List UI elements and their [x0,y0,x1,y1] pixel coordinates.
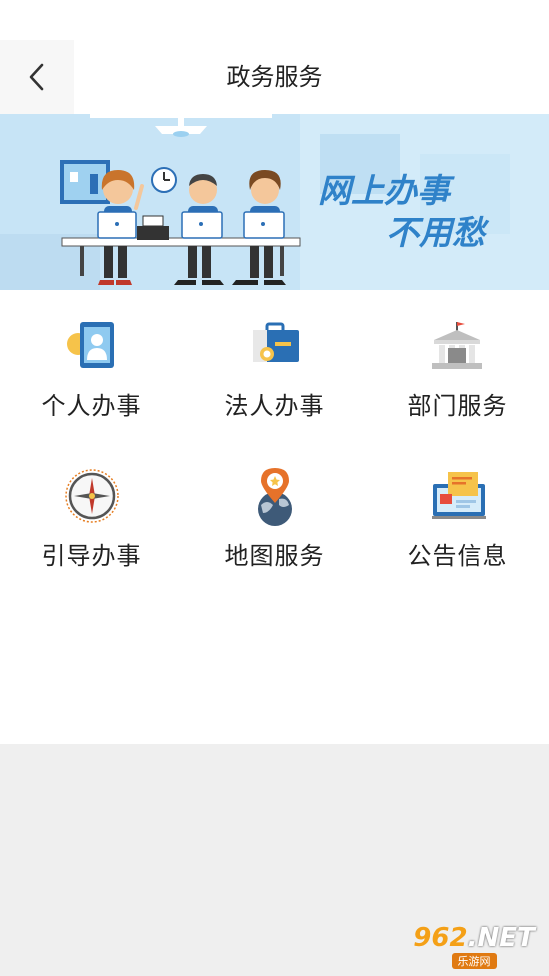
banner-slogan-line2: 不用愁 [386,213,490,252]
service-personal[interactable]: 个人办事 [0,290,183,440]
service-grid: 个人办事 法人办事 部门服务 引导办事 地图服务 公告信息 [0,290,549,744]
service-label: 公告信息 [407,542,508,570]
person-id-card-icon [60,318,124,374]
service-label: 引导办事 [41,542,142,570]
page-title: 政务服务 [226,63,323,91]
chevron-left-icon [29,63,44,91]
service-announcement[interactable]: 公告信息 [366,440,549,590]
government-building-icon [426,318,490,374]
service-label: 个人办事 [41,392,142,420]
service-label: 地图服务 [224,542,325,570]
service-department[interactable]: 部门服务 [366,290,549,440]
service-label: 部门服务 [407,392,508,420]
status-bar [0,0,549,40]
promo-banner[interactable]: 网上办事 不用愁 [0,114,549,290]
service-guide[interactable]: 引导办事 [0,440,183,590]
briefcase-icon [243,318,307,374]
service-legal-entity[interactable]: 法人办事 [183,290,366,440]
service-label: 法人办事 [224,392,325,420]
bulletin-board-icon [426,468,490,524]
nav-bar: 政务服务 [0,40,549,114]
banner-slogan-line1: 网上办事 [318,171,455,210]
back-button[interactable] [0,40,74,114]
watermark-logo: 962.NET 乐游网 [413,923,535,969]
map-pin-globe-icon [243,468,307,526]
compass-icon [60,468,124,524]
service-map[interactable]: 地图服务 [183,440,366,590]
